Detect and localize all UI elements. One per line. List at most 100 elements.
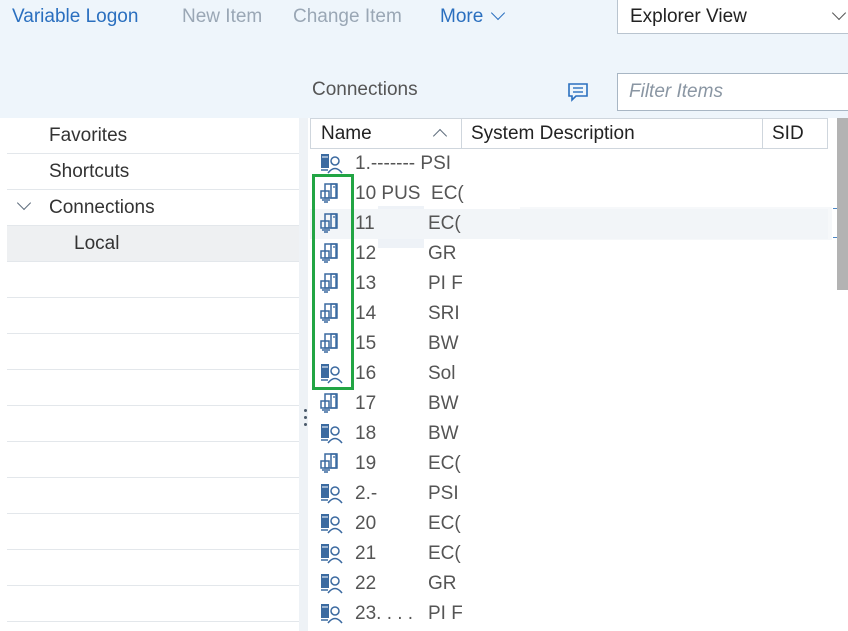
table-row[interactable]: 18 BW: [310, 419, 828, 449]
change-item-button[interactable]: Change Item: [293, 6, 402, 28]
column-divider[interactable]: [461, 119, 462, 149]
connection-name: 11: [355, 213, 375, 234]
sidebar-item-favorites[interactable]: Favorites: [7, 118, 299, 154]
table-row[interactable]: 20 EC(: [310, 509, 828, 539]
system-description: EC(: [428, 543, 461, 564]
system-description: EC(: [428, 513, 461, 534]
highlight-annotation: [312, 174, 354, 390]
connection-name: 18: [355, 423, 377, 444]
splitter-grip[interactable]: [304, 416, 307, 419]
more-label: More: [440, 6, 484, 27]
connections-table: Name System Description SID 1.------- PS…: [310, 118, 848, 631]
connection-name: 22: [355, 573, 377, 594]
sidebar-empty-row: [7, 478, 299, 514]
user-connection-icon: [319, 513, 343, 535]
table-row[interactable]: 11 EC(: [310, 209, 828, 239]
splitter-grip[interactable]: [304, 423, 307, 426]
sidebar-item-local[interactable]: Local: [7, 226, 299, 262]
connection-name: 13: [355, 273, 377, 294]
sidebar-empty-row: [7, 298, 299, 334]
table-header: Name System Description SID: [310, 118, 828, 149]
system-description: SRI: [428, 303, 460, 324]
column-header-system-description[interactable]: System Description: [471, 123, 635, 145]
system-description: EC(: [428, 453, 461, 474]
connection-name: 10 PUS EC(: [355, 183, 464, 204]
comment-icon[interactable]: [567, 81, 589, 103]
connection-name: 15: [355, 333, 377, 354]
table-row[interactable]: 13 PI F: [310, 269, 828, 299]
table-row[interactable]: 17 BW: [310, 389, 828, 419]
sidebar-item-shortcuts[interactable]: Shortcuts: [7, 154, 299, 190]
connection-name: 1.------- PSI: [355, 153, 452, 174]
table-row[interactable]: 16 Sol: [310, 359, 828, 389]
table-row[interactable]: 2.- PSI: [310, 479, 828, 509]
user-connection-icon: [319, 573, 343, 595]
table-row[interactable]: 21 EC(: [310, 539, 828, 569]
sidebar: Favorites Shortcuts Connections Local: [7, 118, 300, 631]
sidebar-empty-row: [7, 370, 299, 406]
connection-name: 23. . . .: [355, 603, 414, 624]
user-connection-icon: [319, 423, 343, 445]
toolbar: Variable Logon New Item Change Item More…: [0, 0, 848, 118]
pane-splitter[interactable]: [299, 118, 308, 631]
user-connection-icon: [319, 483, 343, 505]
sidebar-item-label: Favorites: [49, 125, 128, 146]
server-connection-icon: [319, 453, 343, 475]
system-description: GR: [428, 243, 457, 264]
sidebar-empty-row: [7, 334, 299, 370]
variable-logon-button[interactable]: Variable Logon: [12, 6, 138, 28]
connections-title: Connections: [312, 79, 418, 100]
table-row[interactable]: 19 EC(: [310, 449, 828, 479]
chevron-down-icon: [831, 5, 847, 21]
sidebar-empty-row: [7, 586, 299, 622]
sidebar-empty-row: [7, 550, 299, 586]
system-description: PI F: [428, 603, 462, 624]
system-description: PSI: [428, 483, 459, 504]
table-row[interactable]: 1.------- PSI: [310, 149, 828, 179]
connection-name: 2.-: [355, 483, 378, 504]
sidebar-item-connections[interactable]: Connections: [7, 190, 299, 226]
system-description: GR: [428, 573, 457, 594]
table-row[interactable]: 14 SRI: [310, 299, 828, 329]
system-description: BW: [428, 423, 459, 444]
table-row[interactable]: 23. . . . PI F: [310, 599, 828, 629]
table-row[interactable]: 15 BW: [310, 329, 828, 359]
connection-name: 14: [355, 303, 377, 324]
connection-name: 21: [355, 543, 377, 564]
system-description: BW: [428, 333, 459, 354]
filter-placeholder: Filter Items: [629, 81, 723, 102]
user-connection-icon: [319, 153, 343, 175]
column-divider: [827, 119, 828, 149]
column-header-sid[interactable]: SID: [772, 123, 804, 145]
column-divider[interactable]: [762, 119, 763, 149]
vertical-scrollbar[interactable]: [837, 118, 848, 290]
system-description: PI F: [428, 273, 462, 294]
chevron-down-icon: [491, 5, 506, 21]
connection-name: 20: [355, 513, 377, 534]
sidebar-item-label: Connections: [49, 197, 155, 218]
connection-name: 17: [355, 393, 377, 414]
table-row[interactable]: 12 GR: [310, 239, 828, 269]
sidebar-item-label: Shortcuts: [49, 161, 130, 182]
filter-input[interactable]: Filter Items: [617, 73, 848, 111]
user-connection-icon: [319, 543, 343, 565]
column-header-name[interactable]: Name: [321, 123, 372, 145]
sidebar-item-label: Local: [74, 233, 120, 254]
sort-ascending-icon[interactable]: [432, 128, 448, 144]
connection-name: 12: [355, 243, 377, 264]
sidebar-empty-row: [7, 262, 299, 298]
table-row[interactable]: 10 PUS EC(: [310, 179, 828, 209]
table-row[interactable]: 22 GR: [310, 569, 828, 599]
view-select[interactable]: Explorer View: [617, 0, 848, 34]
chevron-down-icon[interactable]: [16, 195, 32, 211]
splitter-grip[interactable]: [304, 409, 307, 412]
new-item-button[interactable]: New Item: [182, 6, 262, 28]
system-description: BW: [428, 393, 459, 414]
server-connection-icon: [319, 393, 343, 415]
user-connection-icon: [319, 603, 343, 625]
sidebar-empty-row: [7, 514, 299, 550]
system-description: EC(: [428, 213, 461, 234]
sidebar-empty-row: [7, 406, 299, 442]
sidebar-empty-row: [7, 442, 299, 478]
more-menu-button[interactable]: More: [440, 5, 506, 28]
